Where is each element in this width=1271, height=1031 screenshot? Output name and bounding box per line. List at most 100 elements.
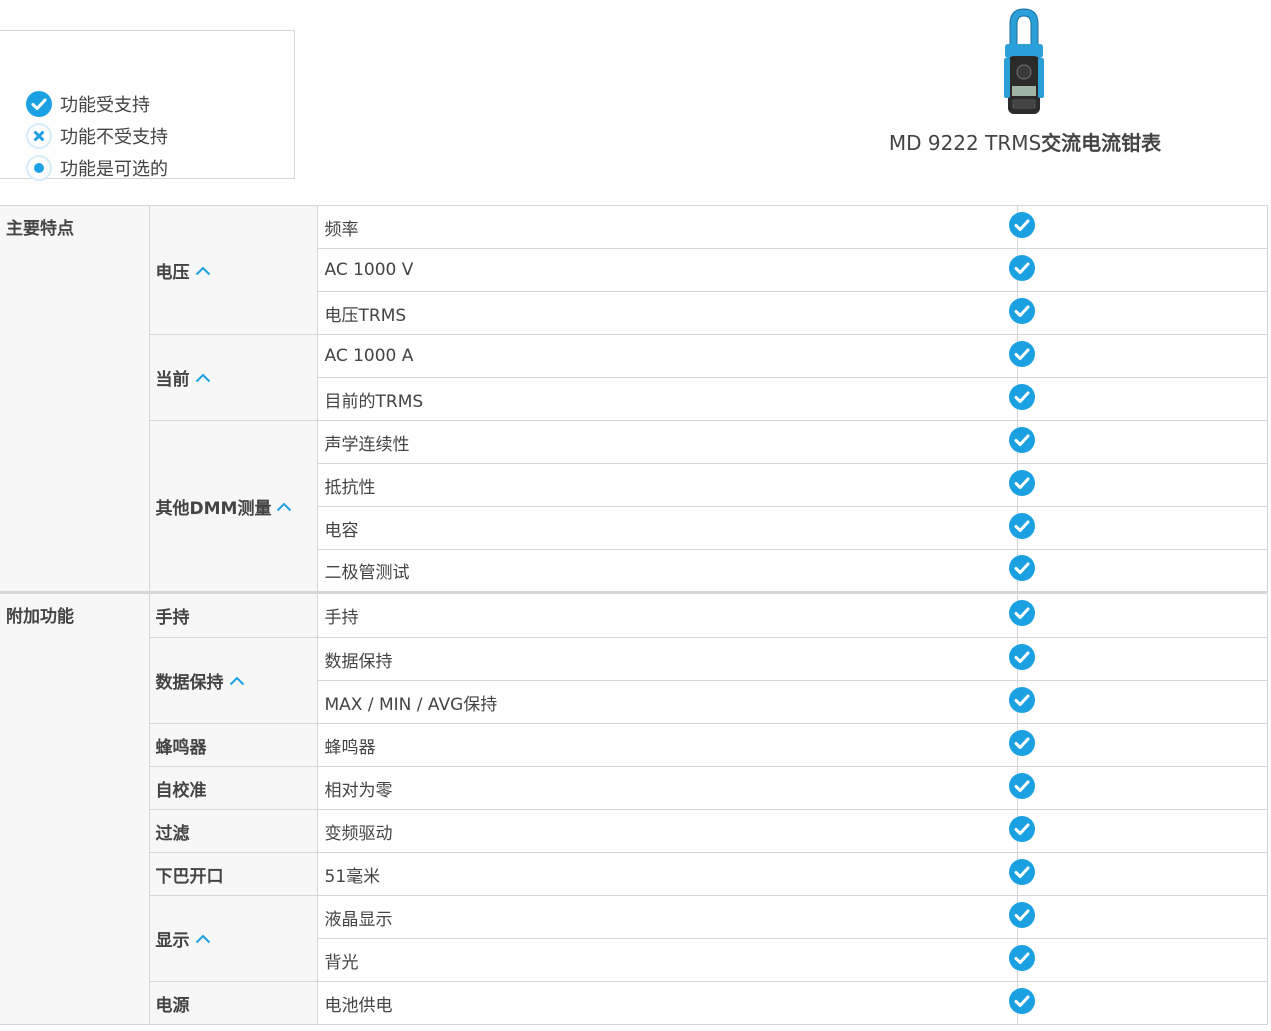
group-label: 数据保持 <box>155 673 224 693</box>
check-circle-icon <box>26 91 52 117</box>
legend-optional: 功能是可选的 <box>26 155 168 181</box>
status-cell <box>1009 549 1268 593</box>
clamp-meter-image[interactable] <box>996 6 1052 118</box>
section-label: 主要特点 <box>6 219 74 239</box>
feature-buzzer: 蜂鸣器 <box>316 723 1018 767</box>
legend-supported-label: 功能受支持 <box>60 95 150 116</box>
check-circle-icon <box>1009 297 1035 324</box>
group-label: 其他DMM测量 <box>155 498 272 519</box>
x-circle-icon <box>26 123 52 149</box>
check-circle-icon <box>1009 729 1035 756</box>
check-circle-icon <box>1009 383 1035 410</box>
status-cell <box>1009 938 1268 982</box>
check-circle-icon <box>1009 987 1035 1014</box>
status-cell <box>1009 248 1268 292</box>
status-cell <box>1009 637 1268 681</box>
dot-circle-icon <box>26 155 52 181</box>
status-cell <box>1009 723 1268 767</box>
check-circle-icon <box>1009 686 1035 713</box>
check-circle-icon <box>1009 211 1035 238</box>
check-circle-icon <box>1009 512 1035 539</box>
feature-resistance: 抵抗性 <box>316 463 1018 507</box>
group-label: 电压 <box>155 262 190 283</box>
feature-backlight: 背光 <box>316 938 1018 982</box>
table-row: 蜂鸣器 蜂鸣器 <box>0 723 1268 767</box>
check-circle-icon <box>1009 901 1035 928</box>
table-row: 当前 AC 1000 A <box>0 334 1268 421</box>
legend-not-supported-label: 功能不受支持 <box>60 127 168 148</box>
product-title: MD 9222 TRMS交流电流钳表 <box>860 127 1190 156</box>
feature-diode-test: 二极管测试 <box>316 549 1018 593</box>
status-cell <box>1009 377 1268 421</box>
chevron-up-icon[interactable] <box>276 502 292 512</box>
check-circle-icon <box>1009 600 1035 626</box>
check-circle-icon <box>1009 254 1035 281</box>
group-filter: 过滤 <box>148 809 318 853</box>
chevron-up-icon[interactable] <box>195 266 211 276</box>
feature-vfd: 变频驱动 <box>316 809 1018 853</box>
chevron-up-icon[interactable] <box>229 676 245 686</box>
feature-current-trms: 目前的TRMS <box>316 377 1018 421</box>
table-row: 主要特点 电压 频率 <box>0 205 1268 593</box>
table-row: 下巴开口 51毫米 <box>0 852 1268 896</box>
table-row: 其他DMM测量 声学连续性 <box>0 420 1268 593</box>
status-cell <box>1009 852 1268 896</box>
table-row: 自校准 相对为零 <box>0 766 1268 810</box>
feature-ac-voltage: AC 1000 V <box>316 248 1018 292</box>
group-display[interactable]: 显示 <box>148 895 318 982</box>
section-additional-functions: 附加功能 <box>0 591 150 1025</box>
status-cell <box>1009 809 1268 853</box>
feature-table: 主要特点 电压 频率 AC 1000 V 电压TRMS 当前 AC 1000 A… <box>0 205 1268 1025</box>
feature-handheld: 手持 <box>316 591 1018 638</box>
check-circle-icon <box>1009 643 1035 670</box>
check-circle-icon <box>1009 426 1035 453</box>
chevron-up-icon[interactable] <box>195 373 211 383</box>
group-data-hold[interactable]: 数据保持 <box>148 637 318 724</box>
feature-max-min-avg: MAX / MIN / AVG保持 <box>316 680 1018 724</box>
group-handheld: 手持 <box>148 591 318 638</box>
status-cell <box>1009 334 1268 378</box>
group-self-calibration: 自校准 <box>148 766 318 810</box>
group-buzzer: 蜂鸣器 <box>148 723 318 767</box>
feature-frequency: 频率 <box>316 205 1018 249</box>
table-row: 数据保持 数据保持 <box>0 637 1268 724</box>
group-current[interactable]: 当前 <box>148 334 318 421</box>
check-circle-icon <box>1009 858 1035 885</box>
feature-ac-current: AC 1000 A <box>316 334 1018 378</box>
status-cell <box>1009 506 1268 550</box>
product-type: 交流电流钳表 <box>1041 131 1162 155</box>
table-row: 显示 液晶显示 <box>0 895 1268 982</box>
section-label: 附加功能 <box>6 607 74 627</box>
status-cell <box>1009 981 1268 1025</box>
group-other-dmm[interactable]: 其他DMM测量 <box>148 420 318 593</box>
feature-continuity: 声学连续性 <box>316 420 1018 464</box>
product-model: MD 9222 TRMS <box>888 131 1042 155</box>
check-circle-icon <box>1009 815 1035 842</box>
status-cell <box>1009 766 1268 810</box>
table-row: 附加功能 手持 手持 <box>0 591 1268 1025</box>
status-cell <box>1009 205 1268 249</box>
feature-capacitance: 电容 <box>316 506 1018 550</box>
group-label: 显示 <box>155 931 190 951</box>
check-circle-icon <box>1009 555 1035 581</box>
legend-not-supported: 功能不受支持 <box>26 123 168 149</box>
legend-supported: 功能受支持 <box>26 91 150 117</box>
status-cell <box>1009 680 1268 724</box>
feature-data-hold: 数据保持 <box>316 637 1018 681</box>
feature-battery: 电池供电 <box>316 981 1018 1025</box>
legend-box: 功能受支持 功能不受支持 功能是可选的 <box>0 30 295 181</box>
group-label: 当前 <box>155 370 190 390</box>
product-header: MD 9222 TRMS交流电流钳表 <box>860 6 1190 156</box>
status-cell <box>1009 291 1268 335</box>
section-main-features: 主要特点 <box>0 205 150 593</box>
status-cell <box>1009 420 1268 464</box>
legend-optional-label: 功能是可选的 <box>60 159 168 180</box>
table-row: 过滤 变频驱动 <box>0 809 1268 853</box>
group-power: 电源 <box>148 981 318 1025</box>
status-cell <box>1009 591 1268 638</box>
group-voltage[interactable]: 电压 <box>148 205 318 335</box>
chevron-up-icon[interactable] <box>195 934 211 944</box>
check-circle-icon <box>1009 469 1035 496</box>
check-circle-icon <box>1009 944 1035 971</box>
check-circle-icon <box>1009 340 1035 367</box>
